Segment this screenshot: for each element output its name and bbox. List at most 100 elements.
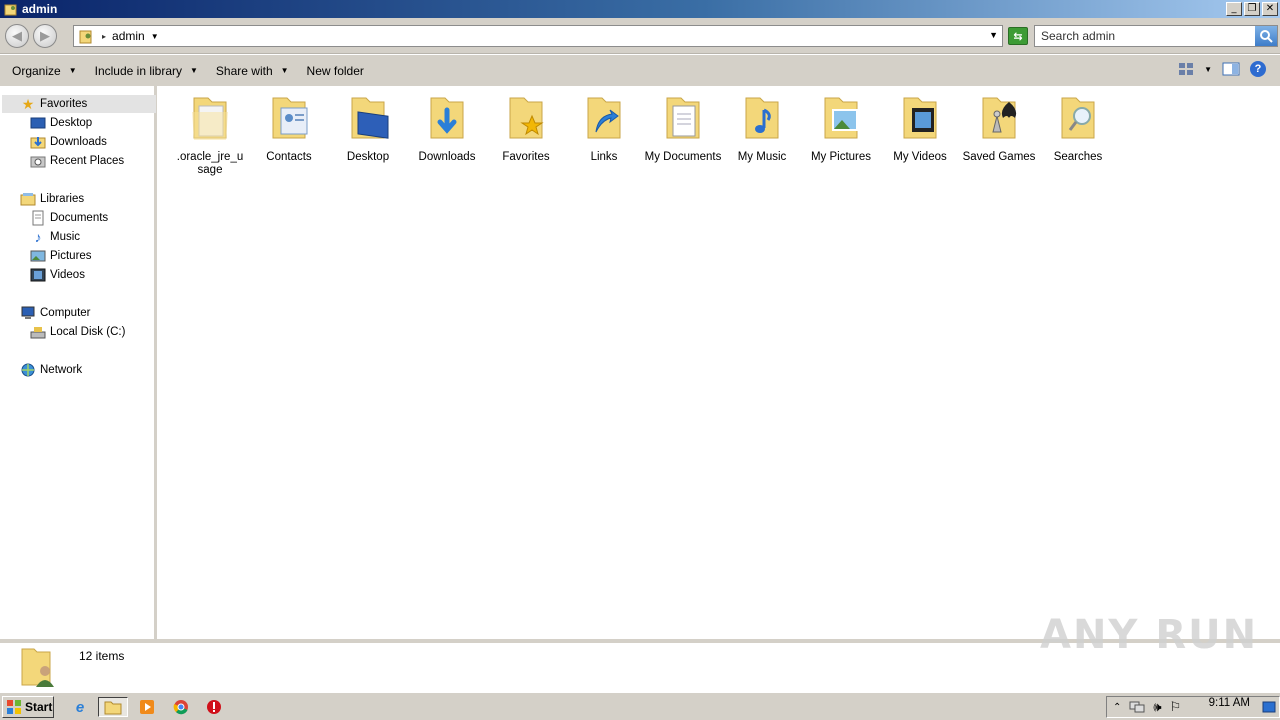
folder-label: Searches bbox=[1053, 151, 1103, 163]
folder-my-documents[interactable]: My Documents bbox=[644, 92, 722, 164]
folder-contacts[interactable]: Contacts bbox=[250, 92, 328, 164]
help-icon: ? bbox=[1254, 63, 1262, 75]
back-button[interactable]: ◀ bbox=[5, 24, 29, 48]
view-options-dropdown[interactable]: ▼ bbox=[1204, 65, 1212, 74]
folder-saved-games[interactable]: Saved Games bbox=[960, 92, 1038, 164]
include-in-library-button[interactable]: Include in library ▼ bbox=[83, 55, 204, 86]
organize-button[interactable]: Organize ▼ bbox=[0, 55, 83, 86]
videos-folder-icon bbox=[903, 97, 937, 139]
change-view-icon[interactable] bbox=[1178, 62, 1194, 76]
folder-label: My Videos bbox=[893, 151, 947, 163]
nav-pictures[interactable]: Pictures bbox=[30, 247, 92, 265]
explorer-taskbar-button[interactable] bbox=[98, 697, 128, 717]
folder-downloads[interactable]: Downloads bbox=[408, 92, 486, 164]
nav-desktop[interactable]: Desktop bbox=[30, 114, 92, 132]
contacts-folder-icon bbox=[272, 97, 308, 139]
folder-links[interactable]: Links bbox=[565, 92, 643, 164]
nav-recent-places-label: Recent Places bbox=[50, 155, 125, 167]
desktop-icon bbox=[30, 117, 46, 129]
clock[interactable]: 9:11 AM bbox=[1209, 697, 1250, 709]
stop-icon bbox=[207, 700, 221, 714]
watermark-logo: ANY RUN bbox=[1040, 612, 1259, 658]
nav-downloads[interactable]: Downloads bbox=[30, 133, 107, 151]
close-button[interactable]: ✕ bbox=[1262, 2, 1278, 16]
minimize-button[interactable]: _ bbox=[1226, 2, 1242, 16]
recent-places-icon bbox=[30, 156, 46, 168]
navigation-pane: ★ Favorites Desktop Downloads Recent Pla… bbox=[0, 86, 157, 639]
windows-logo-icon bbox=[7, 700, 21, 714]
folder-label: My Pictures bbox=[810, 151, 872, 163]
media-player-taskbar-button[interactable] bbox=[136, 697, 158, 717]
folder-user-icon bbox=[79, 30, 92, 44]
internet-explorer-icon: e bbox=[75, 698, 85, 716]
breadcrumb-admin[interactable]: admin bbox=[112, 29, 145, 43]
show-hidden-icons-icon[interactable]: ⌃ bbox=[1113, 702, 1121, 713]
internet-explorer-taskbar-button[interactable]: e bbox=[69, 697, 91, 717]
media-player-icon bbox=[140, 700, 154, 714]
folder-desktop[interactable]: Desktop bbox=[329, 92, 407, 164]
folder-label: .oracle_jre_u sage bbox=[176, 151, 244, 176]
folder-my-videos[interactable]: My Videos bbox=[881, 92, 959, 164]
nav-documents[interactable]: Documents bbox=[30, 209, 108, 227]
chrome-taskbar-button[interactable] bbox=[170, 697, 192, 717]
documents-icon bbox=[32, 210, 44, 226]
nav-music-label: Music bbox=[50, 231, 81, 243]
network-tray-icon[interactable] bbox=[1129, 700, 1145, 714]
restore-button[interactable]: ❐ bbox=[1244, 2, 1260, 16]
help-button[interactable]: ? bbox=[1250, 61, 1266, 77]
nav-videos-label: Videos bbox=[50, 269, 85, 281]
nav-computer[interactable]: Computer bbox=[20, 304, 91, 322]
preview-pane-icon[interactable] bbox=[1222, 62, 1240, 76]
nav-recent-places[interactable]: Recent Places bbox=[30, 152, 124, 170]
chevron-down-icon: ▼ bbox=[280, 66, 289, 75]
blank-folder-icon bbox=[192, 97, 228, 140]
start-button[interactable]: Start bbox=[2, 696, 54, 718]
star-icon: ★ bbox=[21, 95, 35, 112]
folder-label: Contacts bbox=[266, 151, 312, 163]
nav-network-label: Network bbox=[40, 364, 83, 376]
folder-oracle-jre-usage[interactable]: .oracle_jre_u sage bbox=[171, 92, 249, 177]
address-bar[interactable]: ▸ admin ▼ ▼ bbox=[73, 25, 1003, 47]
nav-libraries[interactable]: Libraries bbox=[20, 190, 84, 208]
chevron-down-icon[interactable]: ▼ bbox=[151, 32, 159, 41]
command-bar: Organize ▼ Include in library ▼ Share with… bbox=[0, 55, 1280, 86]
nav-music[interactable]: ♪ Music bbox=[30, 228, 81, 246]
include-in-library-label: Include in library bbox=[94, 63, 182, 78]
nav-local-disk-label: Local Disk (C:) bbox=[50, 326, 126, 338]
forward-arrow-icon: ▶ bbox=[40, 28, 50, 43]
folder-my-pictures[interactable]: My Pictures bbox=[802, 92, 880, 164]
chrome-icon bbox=[173, 700, 188, 715]
search-button[interactable] bbox=[1255, 26, 1277, 46]
new-folder-label: New folder bbox=[306, 63, 364, 78]
folder-my-music[interactable]: My Music bbox=[723, 92, 801, 164]
folder-favorites[interactable]: Favorites bbox=[487, 92, 565, 164]
folder-label: Links bbox=[590, 151, 618, 163]
nav-downloads-label: Downloads bbox=[50, 136, 107, 148]
share-with-button[interactable]: Share with ▼ bbox=[204, 55, 295, 86]
address-history-dropdown[interactable]: ▼ bbox=[989, 30, 998, 40]
nav-network[interactable]: Network bbox=[20, 361, 82, 379]
folder-user-icon bbox=[4, 4, 17, 16]
action-center-flag-icon[interactable]: ⚐ bbox=[1170, 699, 1182, 715]
breadcrumb-separator-icon[interactable]: ▸ bbox=[102, 32, 106, 41]
folder-label: My Music bbox=[737, 151, 787, 163]
back-arrow-icon: ◀ bbox=[12, 28, 22, 43]
nav-local-disk[interactable]: Local Disk (C:) bbox=[30, 323, 125, 341]
opera-taskbar-button[interactable] bbox=[203, 697, 225, 717]
volume-icon[interactable]: 🕪 bbox=[1153, 699, 1161, 715]
forward-button[interactable]: ▶ bbox=[33, 24, 57, 48]
music-folder-icon bbox=[745, 97, 779, 139]
address-toolbar: ◀ ▶ ▸ admin ▼ ▼ ⇆ bbox=[0, 18, 1280, 54]
nav-favorites[interactable]: ★ Favorites bbox=[2, 95, 156, 113]
nav-videos[interactable]: Videos bbox=[30, 266, 85, 284]
nav-desktop-label: Desktop bbox=[50, 117, 93, 129]
folder-label: Desktop bbox=[346, 151, 390, 163]
show-desktop-icon[interactable] bbox=[1262, 700, 1276, 714]
new-folder-button[interactable]: New folder bbox=[295, 55, 370, 86]
nav-pictures-label: Pictures bbox=[50, 250, 92, 262]
folder-user-icon bbox=[21, 648, 54, 687]
search-input[interactable] bbox=[1035, 26, 1253, 46]
folder-searches[interactable]: Searches bbox=[1039, 92, 1117, 164]
taskbar: Start e ⌃ 🕪 ⚐ 9:11 AM bbox=[0, 692, 1280, 720]
refresh-button[interactable]: ⇆ bbox=[1008, 27, 1028, 45]
